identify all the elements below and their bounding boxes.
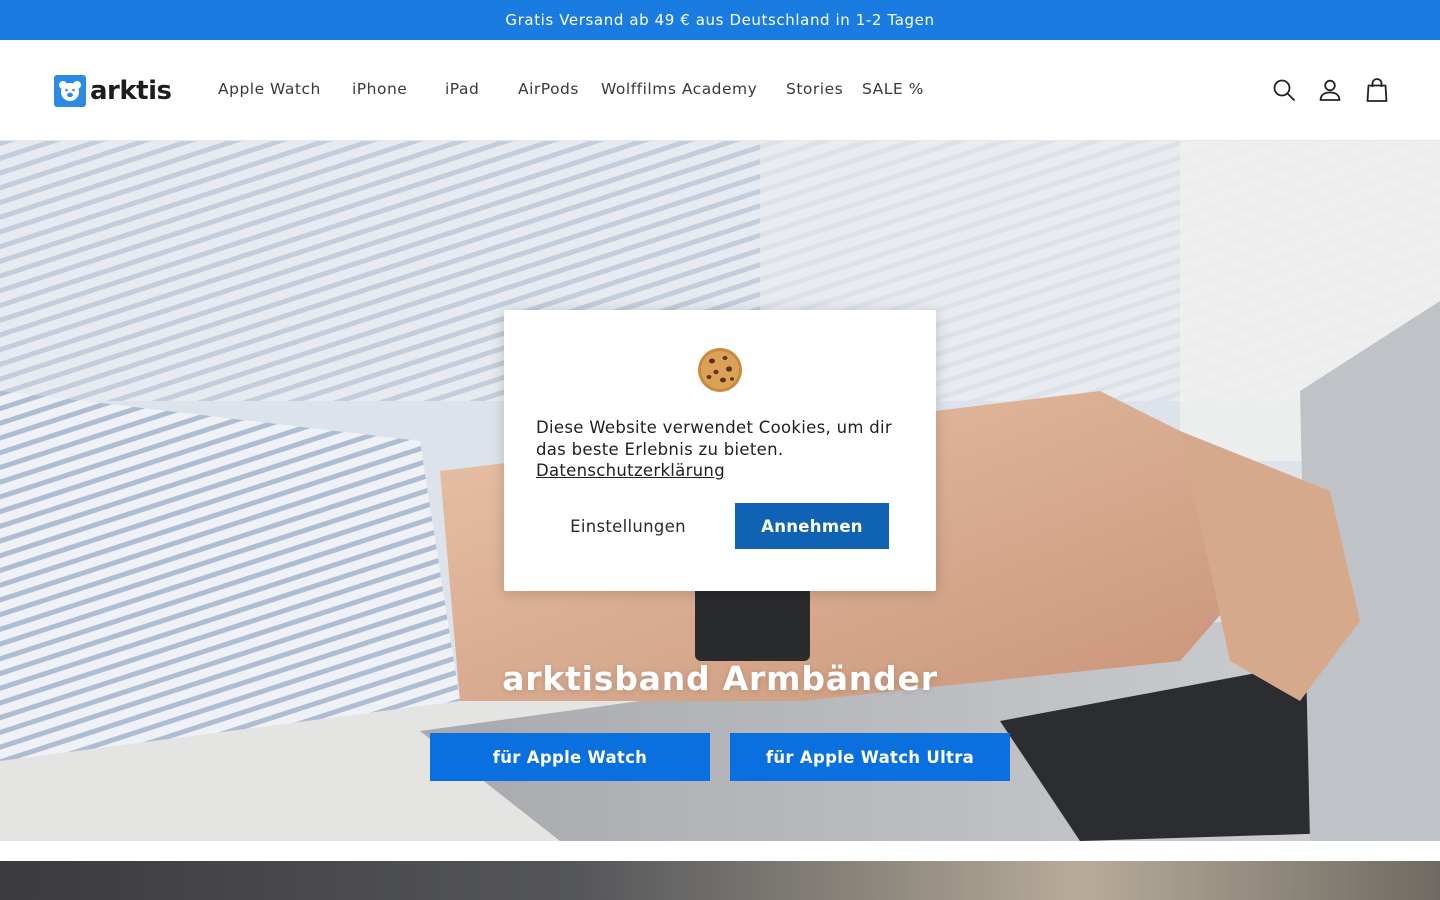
nav-item-apple-watch[interactable]: Apple Watch [218, 80, 321, 98]
cookie-settings-button[interactable]: Einstellungen [544, 503, 712, 549]
cart-icon[interactable] [1364, 77, 1390, 103]
nav-item-ipad[interactable]: iPad [445, 80, 479, 98]
privacy-policy-link[interactable]: Datenschutzerklärung [536, 460, 906, 482]
announcement-text: Gratis Versand ab 49 € aus Deutschland i… [505, 11, 935, 29]
apple-watch-button[interactable]: für Apple Watch [430, 733, 710, 781]
logo-link[interactable]: arktis [54, 74, 172, 108]
account-icon[interactable] [1317, 77, 1343, 103]
cookie-message-text: Diese Website verwendet Cookies, um dir … [536, 418, 893, 459]
section-divider [0, 841, 1440, 861]
nav-item-sale[interactable]: SALE % [862, 80, 924, 98]
cookie-dialog: Diese Website verwendet Cookies, um dir … [504, 310, 936, 591]
cookie-icon [696, 346, 744, 394]
nav-item-wolffilms-academy[interactable]: Wolffilms Academy [601, 80, 757, 98]
nav-item-stories[interactable]: Stories [786, 80, 843, 98]
nav-item-airpods[interactable]: AirPods [518, 80, 579, 98]
next-section-image [0, 861, 1440, 900]
announcement-bar: Gratis Versand ab 49 € aus Deutschland i… [0, 0, 1440, 40]
apple-watch-ultra-button[interactable]: für Apple Watch Ultra [730, 733, 1010, 781]
logo-text: arktis [90, 76, 172, 106]
site-header: arktis Apple Watch iPhone iPad AirPods W… [0, 40, 1440, 141]
bear-logo-icon [54, 75, 86, 107]
cookie-accept-button[interactable]: Annehmen [735, 503, 889, 549]
hero-title: arktisband Armbänder [502, 659, 938, 698]
search-icon[interactable] [1271, 77, 1297, 103]
nav-item-iphone[interactable]: iPhone [352, 80, 407, 98]
cookie-message: Diese Website verwendet Cookies, um dir … [536, 417, 906, 482]
